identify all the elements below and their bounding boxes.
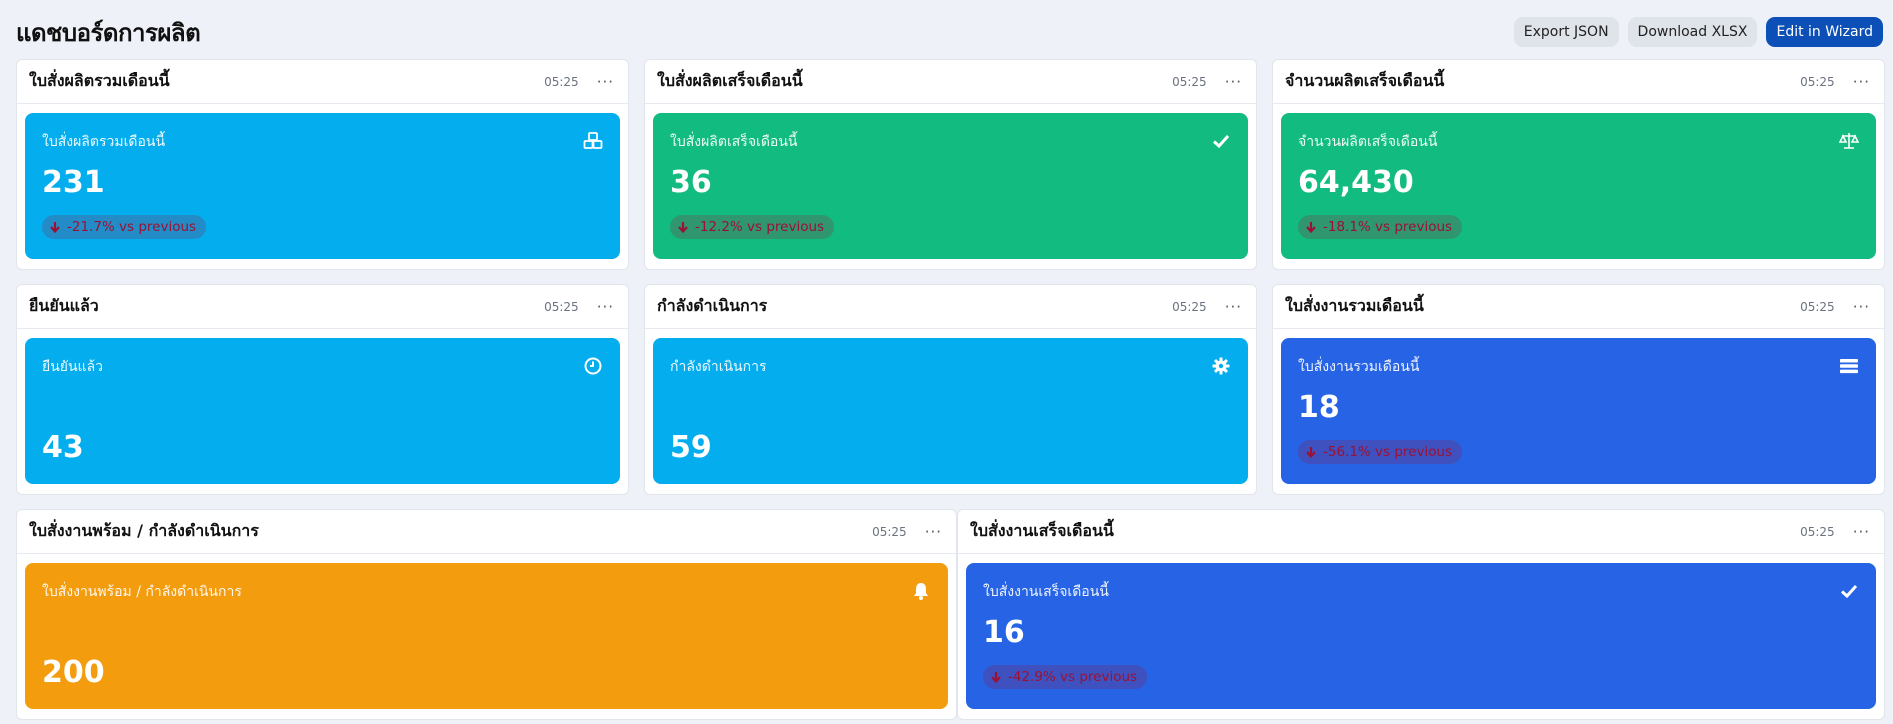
- download-xlsx-button[interactable]: Download XLSX: [1627, 17, 1758, 47]
- widget-title: ใบสั่งงานเสร็จเดือนนี้: [970, 521, 1114, 540]
- cubes-icon: [583, 132, 603, 149]
- list-icon: [1840, 359, 1858, 374]
- widget-timestamp: 05:25: [1800, 524, 1835, 539]
- stat-card: ใบสั่งงานเสร็จเดือนนี้ 16 -42.9% vs prev…: [966, 563, 1876, 709]
- stat-card: ใบสั่งงานรวมเดือนนี้ 18 -56.1% vs previo…: [1281, 338, 1876, 484]
- widget-production-orders-completed: ใบสั่งผลิตเสร็จเดือนนี้ 05:25 ··· ใบสั่ง…: [644, 59, 1257, 270]
- widget-production-quantity-completed: จำนวนผลิตเสร็จเดือนนี้ 05:25 ··· จำนวนผล…: [1272, 59, 1885, 270]
- widget-title: กำลังดำเนินการ: [657, 296, 768, 315]
- more-options-button[interactable]: ···: [1853, 523, 1870, 541]
- stat-label: กำลังดำเนินการ: [670, 359, 767, 375]
- arrow-down-icon: [991, 672, 1001, 684]
- stat-label: จำนวนผลิตเสร็จเดือนนี้: [1298, 134, 1438, 150]
- stat-card: จำนวนผลิตเสร็จเดือนนี้ 64,430 -18.1% vs …: [1281, 113, 1876, 259]
- stat-label: ใบสั่งงานเสร็จเดือนนี้: [983, 584, 1109, 600]
- widget-production-orders-total: ใบสั่งผลิตรวมเดือนนี้ 05:25 ··· ใบสั่งผล…: [16, 59, 629, 270]
- stat-label: ใบสั่งผลิตเสร็จเดือนนี้: [670, 134, 798, 150]
- widget-timestamp: 05:25: [1172, 299, 1207, 314]
- stat-card: ใบสั่งผลิตเสร็จเดือนนี้ 36 -12.2% vs pre…: [653, 113, 1248, 259]
- bell-icon: [914, 583, 928, 600]
- widget-header: ใบสั่งผลิตเสร็จเดือนนี้ 05:25 ···: [645, 60, 1256, 104]
- widget-work-orders-completed: ใบสั่งงานเสร็จเดือนนี้ 05:25 ··· ใบสั่งง…: [957, 509, 1885, 720]
- more-options-button[interactable]: ···: [1225, 298, 1242, 316]
- widget-work-orders-total: ใบสั่งงานรวมเดือนนี้ 05:25 ··· ใบสั่งงาน…: [1272, 284, 1885, 495]
- stat-label: ใบสั่งงานรวมเดือนนี้: [1298, 359, 1420, 375]
- widget-header: ใบสั่งงานเสร็จเดือนนี้ 05:25 ···: [958, 510, 1884, 554]
- trend-badge: -12.2% vs previous: [670, 215, 835, 239]
- widget-title: ใบสั่งผลิตรวมเดือนนี้: [29, 71, 170, 90]
- gear-icon: [1212, 357, 1230, 375]
- page-title: แดชบอร์ดการผลิต: [16, 18, 201, 47]
- widget-header: ใบสั่งผลิตรวมเดือนนี้ 05:25 ···: [17, 60, 628, 104]
- stat-value: 16: [983, 615, 1025, 650]
- stat-value: 18: [1298, 390, 1340, 425]
- widget-timestamp: 05:25: [544, 299, 579, 314]
- stat-value: 59: [670, 430, 712, 465]
- trend-text: -21.7% vs previous: [67, 219, 197, 235]
- widget-header: ใบสั่งงานรวมเดือนนี้ 05:25 ···: [1273, 285, 1884, 329]
- clock-icon: [584, 357, 602, 375]
- trend-badge: -42.9% vs previous: [983, 665, 1148, 689]
- check-icon: [1212, 134, 1230, 149]
- balance-scale-icon: [1839, 133, 1859, 149]
- widget-timestamp: 05:25: [1800, 74, 1835, 89]
- widget-timestamp: 05:25: [544, 74, 579, 89]
- stat-value: 64,430: [1298, 165, 1414, 200]
- widget-title: ยืนยันแล้ว: [29, 296, 99, 315]
- arrow-down-icon: [1306, 222, 1316, 234]
- widget-title: ใบสั่งงานรวมเดือนนี้: [1285, 296, 1424, 315]
- stat-label: ใบสั่งงานพร้อม / กำลังดำเนินการ: [42, 584, 242, 600]
- trend-text: -42.9% vs previous: [1008, 669, 1138, 685]
- stat-value: 200: [42, 655, 105, 690]
- trend-badge: -21.7% vs previous: [42, 215, 207, 239]
- widget-work-orders-ready: ใบสั่งงานพร้อม / กำลังดำเนินการ 05:25 ··…: [16, 509, 957, 720]
- stat-card: ใบสั่งผลิตรวมเดือนนี้ 231 -21.7% vs prev…: [25, 113, 620, 259]
- widget-timestamp: 05:25: [1800, 299, 1835, 314]
- widget-header: กำลังดำเนินการ 05:25 ···: [645, 285, 1256, 329]
- stat-label: ยืนยันแล้ว: [42, 359, 104, 375]
- widget-timestamp: 05:25: [1172, 74, 1207, 89]
- widget-confirmed: ยืนยันแล้ว 05:25 ··· ยืนยันแล้ว 43: [16, 284, 629, 495]
- widget-title: ใบสั่งผลิตเสร็จเดือนนี้: [657, 71, 803, 90]
- header-actions: Export JSON Download XLSX Edit in Wizard: [1513, 17, 1883, 47]
- more-options-button[interactable]: ···: [925, 523, 942, 541]
- edit-in-wizard-button[interactable]: Edit in Wizard: [1766, 17, 1883, 47]
- arrow-down-icon: [678, 222, 688, 234]
- stat-value: 36: [670, 165, 712, 200]
- trend-text: -56.1% vs previous: [1323, 444, 1453, 460]
- stat-card: ใบสั่งงานพร้อม / กำลังดำเนินการ 200: [25, 563, 948, 709]
- more-options-button[interactable]: ···: [597, 73, 614, 91]
- trend-badge: -18.1% vs previous: [1298, 215, 1463, 239]
- widget-in-progress: กำลังดำเนินการ 05:25 ··· กำลังดำเนินการ …: [644, 284, 1257, 495]
- trend-text: -12.2% vs previous: [695, 219, 825, 235]
- check-icon: [1840, 584, 1858, 599]
- widget-header: ยืนยันแล้ว 05:25 ···: [17, 285, 628, 329]
- widget-header: ใบสั่งงานพร้อม / กำลังดำเนินการ 05:25 ··…: [17, 510, 956, 554]
- export-json-button[interactable]: Export JSON: [1513, 17, 1619, 47]
- stat-value: 43: [42, 430, 84, 465]
- widget-title: จำนวนผลิตเสร็จเดือนนี้: [1285, 71, 1445, 90]
- dashboard-header: แดชบอร์ดการผลิต Export JSON Download XLS…: [16, 14, 1883, 50]
- more-options-button[interactable]: ···: [1853, 298, 1870, 316]
- trend-text: -18.1% vs previous: [1323, 219, 1453, 235]
- stat-card: ยืนยันแล้ว 43: [25, 338, 620, 484]
- arrow-down-icon: [50, 222, 60, 234]
- stat-card: กำลังดำเนินการ 59: [653, 338, 1248, 484]
- widget-title: ใบสั่งงานพร้อม / กำลังดำเนินการ: [29, 521, 259, 540]
- trend-badge: -56.1% vs previous: [1298, 440, 1463, 464]
- stat-label: ใบสั่งผลิตรวมเดือนนี้: [42, 134, 166, 150]
- more-options-button[interactable]: ···: [1225, 73, 1242, 91]
- widget-header: จำนวนผลิตเสร็จเดือนนี้ 05:25 ···: [1273, 60, 1884, 104]
- stat-value: 231: [42, 165, 105, 200]
- arrow-down-icon: [1306, 447, 1316, 459]
- more-options-button[interactable]: ···: [1853, 73, 1870, 91]
- more-options-button[interactable]: ···: [597, 298, 614, 316]
- widget-timestamp: 05:25: [872, 524, 907, 539]
